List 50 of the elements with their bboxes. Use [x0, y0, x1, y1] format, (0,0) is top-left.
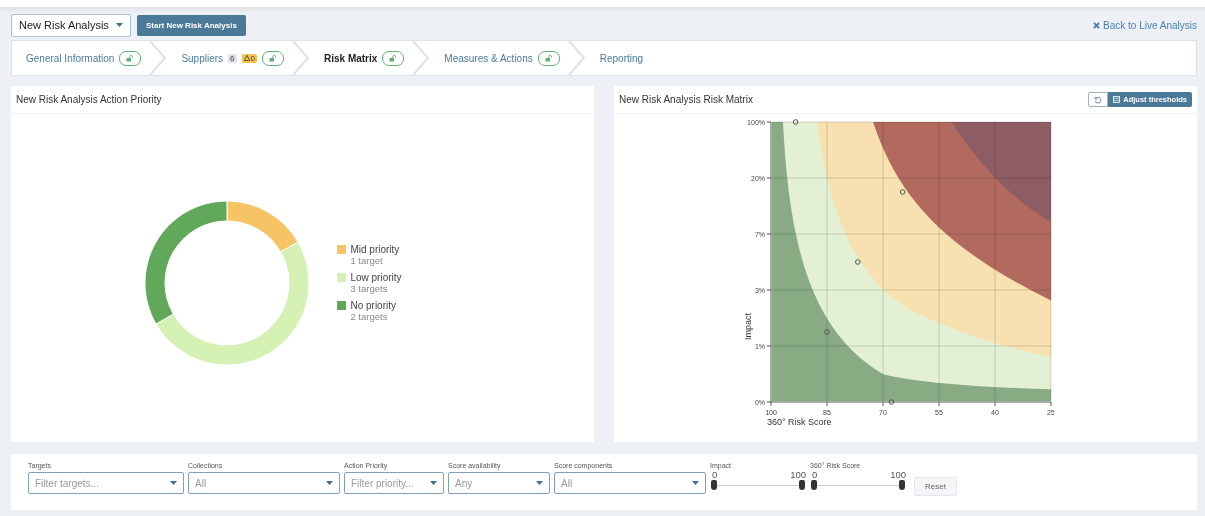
slider-handle[interactable]	[799, 480, 805, 490]
slider-handle[interactable]	[811, 480, 817, 490]
legend-label: No priority	[350, 300, 397, 311]
filter-select[interactable]: All	[554, 472, 706, 494]
filter-select[interactable]: Filter targets...	[28, 472, 184, 494]
caret-icon	[326, 481, 333, 485]
caret-icon	[536, 481, 543, 485]
filter-select[interactable]: Filter priority...	[344, 472, 444, 494]
filter-select[interactable]: Any	[448, 472, 550, 494]
data-point	[855, 259, 861, 265]
slider-handle[interactable]	[711, 480, 717, 490]
warning-icon	[243, 55, 250, 61]
slider-handle[interactable]	[899, 480, 905, 490]
caret-icon	[116, 23, 123, 27]
legend-count: 1 target	[350, 255, 384, 266]
y-axis-title: Impact	[743, 313, 753, 340]
reset-button[interactable]: Reset	[914, 477, 957, 496]
count-badge: 0	[241, 53, 257, 63]
x-axis-title: 360° Risk Score	[767, 417, 832, 427]
filter-select[interactable]: All	[188, 472, 340, 494]
start-analysis-button[interactable]: Start New Risk Analysis	[137, 14, 246, 36]
history-button[interactable]	[1088, 92, 1109, 107]
data-point	[824, 329, 830, 335]
caret-icon	[170, 481, 177, 485]
range-max-label: 100	[890, 469, 906, 480]
history-icon	[1094, 95, 1103, 104]
count-badge: 6	[228, 53, 237, 63]
data-point	[899, 189, 906, 195]
step-tab[interactable]: General Information	[26, 52, 115, 64]
step-tab[interactable]: Measures & Actions	[444, 52, 533, 64]
legend-label: Low priority	[350, 272, 402, 283]
panel-title: New Risk Analysis Action Priority	[16, 94, 162, 105]
caret-icon	[430, 481, 437, 485]
legend-count: 2 targets	[350, 311, 389, 322]
panel-title: New Risk Analysis Risk Matrix	[619, 94, 753, 105]
range-min-label: 0	[712, 469, 718, 480]
range-min-label: 0	[812, 469, 818, 480]
data-point	[792, 119, 799, 125]
step-tab[interactable]: Suppliers	[181, 52, 224, 64]
data-point	[888, 399, 895, 405]
step-tab[interactable]: Reporting	[599, 52, 644, 64]
legend-count: 3 targets	[350, 283, 389, 294]
step-tab[interactable]: Risk Matrix	[324, 52, 378, 64]
back-link[interactable]: Back to Live Analysis	[1093, 19, 1197, 31]
legend-label: Mid priority	[350, 244, 401, 255]
caret-icon	[692, 481, 699, 485]
list-icon	[1113, 96, 1121, 103]
close-icon	[1093, 21, 1101, 29]
range-max-label: 100	[790, 469, 806, 480]
analysis-select[interactable]: New Risk Analysis	[11, 13, 131, 37]
